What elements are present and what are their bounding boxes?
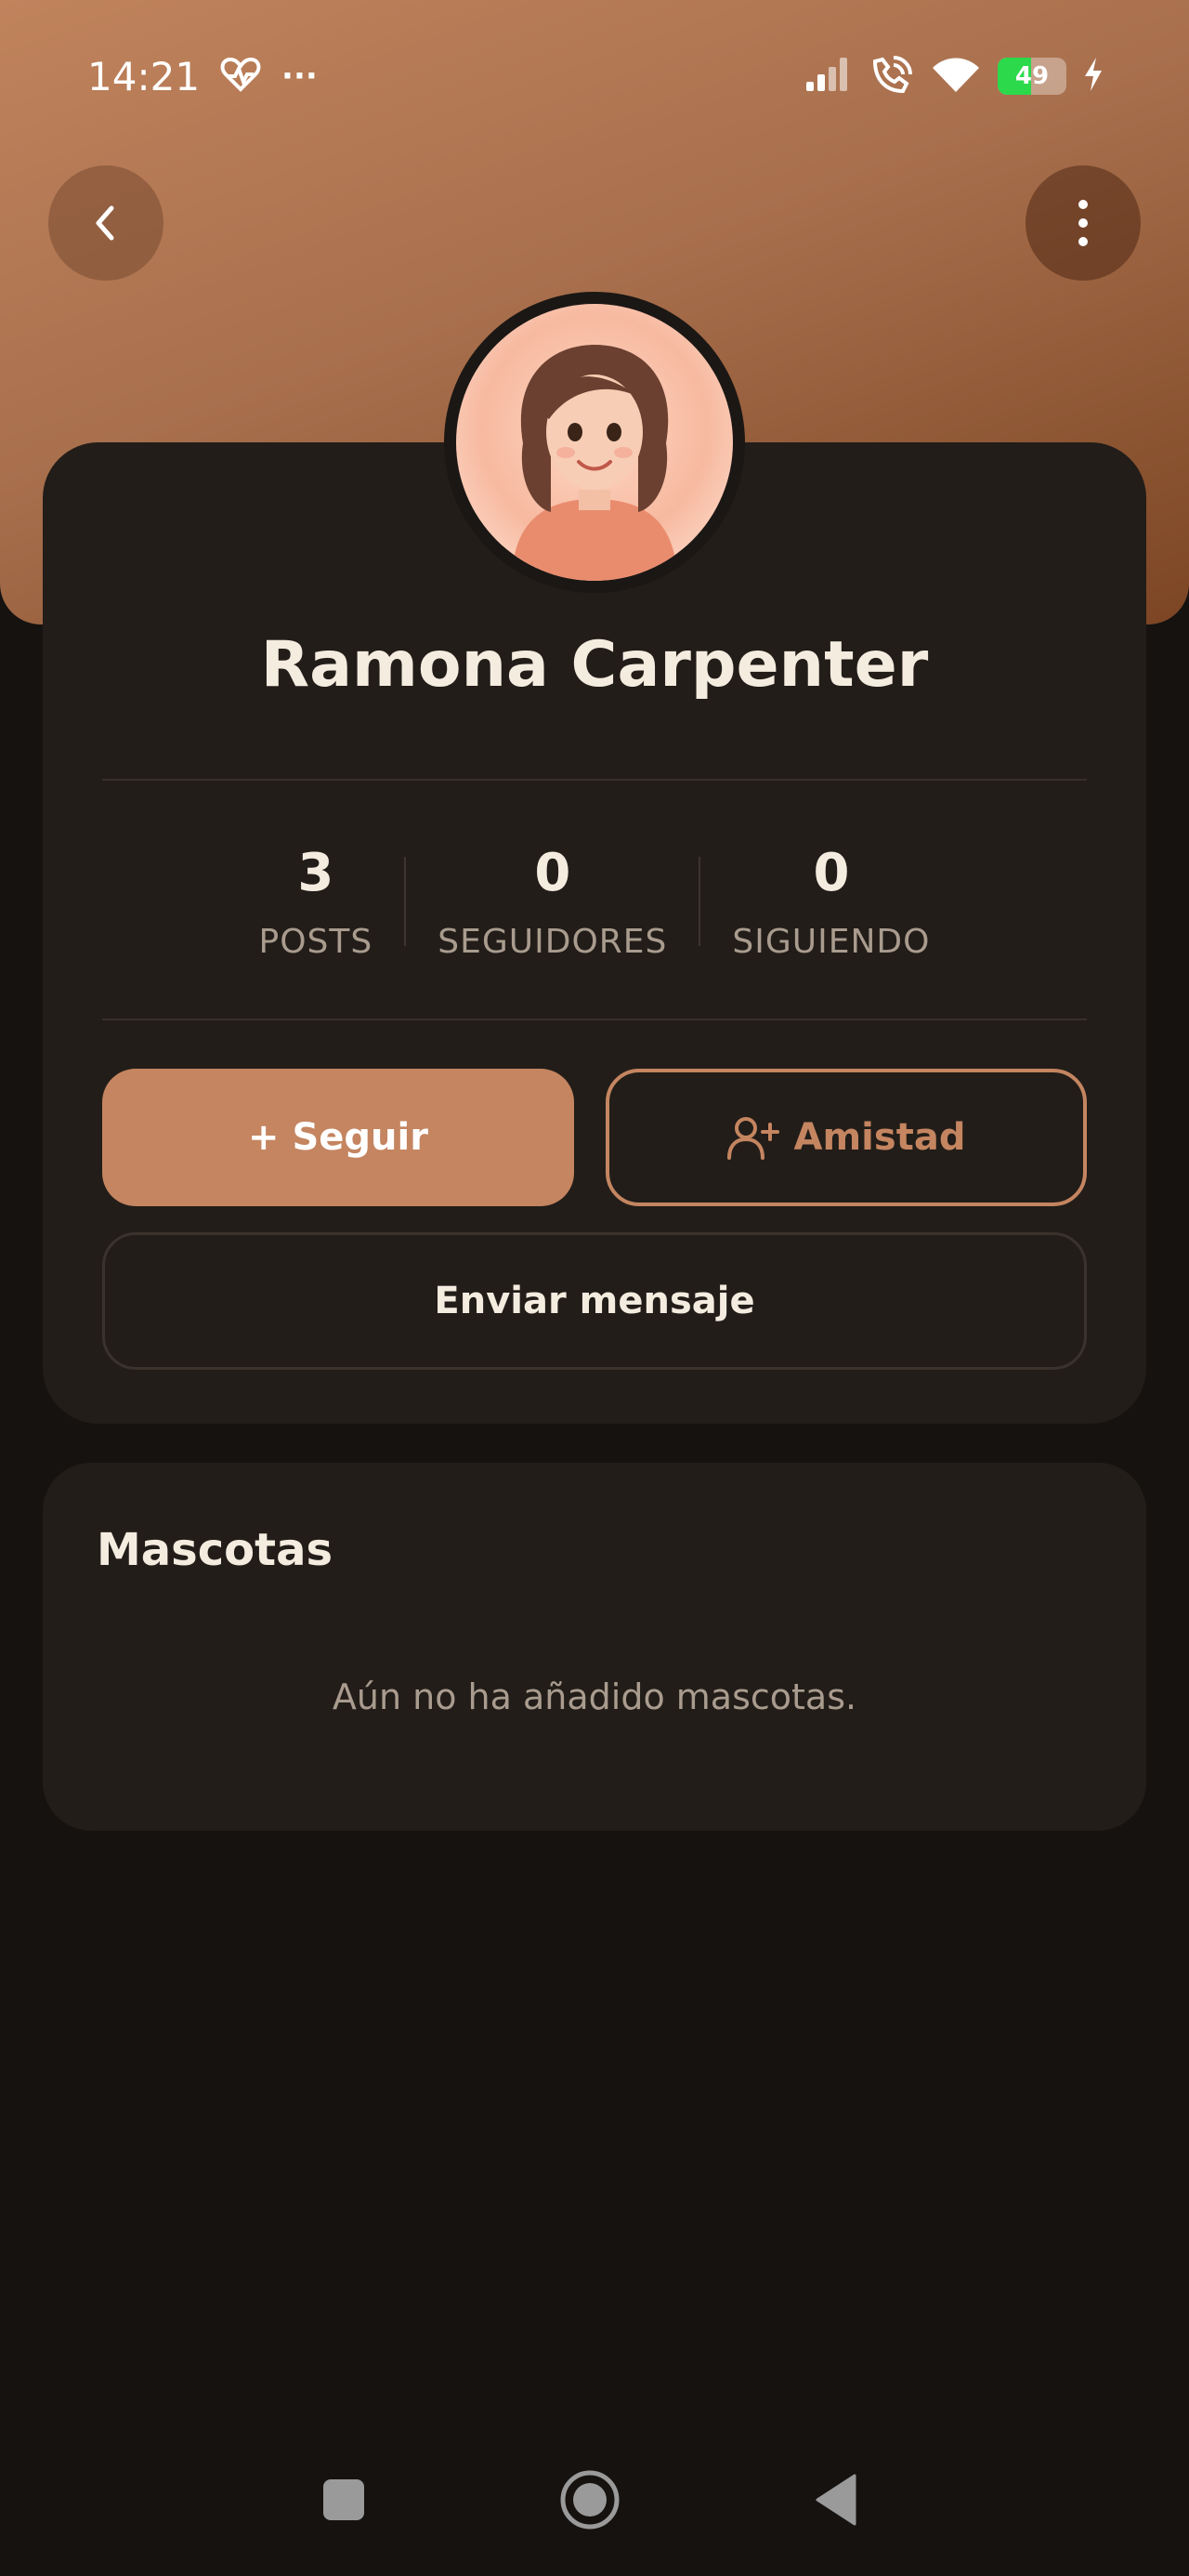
home-button[interactable] [559, 2469, 621, 2530]
status-left: 14:21 ··· [87, 54, 318, 99]
back-nav-button[interactable] [814, 2474, 858, 2526]
battery-level: 49 [1014, 62, 1050, 90]
home-circle-icon [560, 2470, 620, 2530]
user-plus-icon [726, 1117, 779, 1160]
charging-icon [1083, 56, 1104, 97]
heart-rate-icon [220, 56, 261, 97]
back-triangle-icon [816, 2474, 856, 2526]
avatar[interactable] [444, 292, 745, 593]
recents-square-icon [323, 2479, 364, 2520]
stat-label: SIGUIENDO [732, 923, 931, 962]
stat-posts[interactable]: 3 POSTS [228, 842, 405, 961]
stat-value: 0 [813, 842, 850, 903]
stat-value: 3 [297, 842, 334, 903]
more-notifications-icon: ··· [281, 58, 318, 95]
more-vertical-icon [1078, 200, 1088, 246]
wifi-calling-icon [869, 54, 914, 99]
follow-button[interactable]: + Seguir [102, 1069, 574, 1206]
friend-request-label: Amistad [793, 1116, 966, 1159]
divider-bottom [102, 1019, 1087, 1020]
more-options-button[interactable] [1026, 165, 1141, 281]
pets-card [43, 1463, 1146, 1831]
status-time: 14:21 [87, 53, 201, 99]
back-button[interactable] [48, 165, 163, 281]
friend-request-button[interactable]: Amistad [606, 1069, 1087, 1206]
wifi-icon [931, 55, 981, 98]
status-bar: 14:21 ··· 49 [0, 37, 1189, 115]
pets-empty-message: Aún no ha añadido mascotas. [332, 1676, 857, 1717]
stat-label: POSTS [258, 923, 373, 962]
divider-top [102, 779, 1087, 781]
status-right: 49 [804, 54, 1104, 99]
avatar-image [456, 304, 733, 581]
chevron-left-icon [96, 205, 114, 241]
profile-stats: 3 POSTS 0 SEGUIDORES 0 SIGUIENDO [102, 818, 1087, 985]
recents-button[interactable] [321, 2477, 366, 2522]
system-nav-bar [0, 2453, 1189, 2546]
signal-icon [804, 56, 853, 97]
battery-icon: 49 [998, 58, 1066, 95]
send-message-button[interactable]: Enviar mensaje [102, 1232, 1087, 1370]
profile-name: Ramona Carpenter [260, 628, 929, 702]
stat-label: SEGUIDORES [438, 923, 668, 962]
pets-title: Mascotas [97, 1524, 333, 1576]
stat-following[interactable]: 0 SIGUIENDO [700, 842, 961, 961]
stat-followers[interactable]: 0 SEGUIDORES [406, 842, 699, 961]
stat-value: 0 [534, 842, 571, 903]
